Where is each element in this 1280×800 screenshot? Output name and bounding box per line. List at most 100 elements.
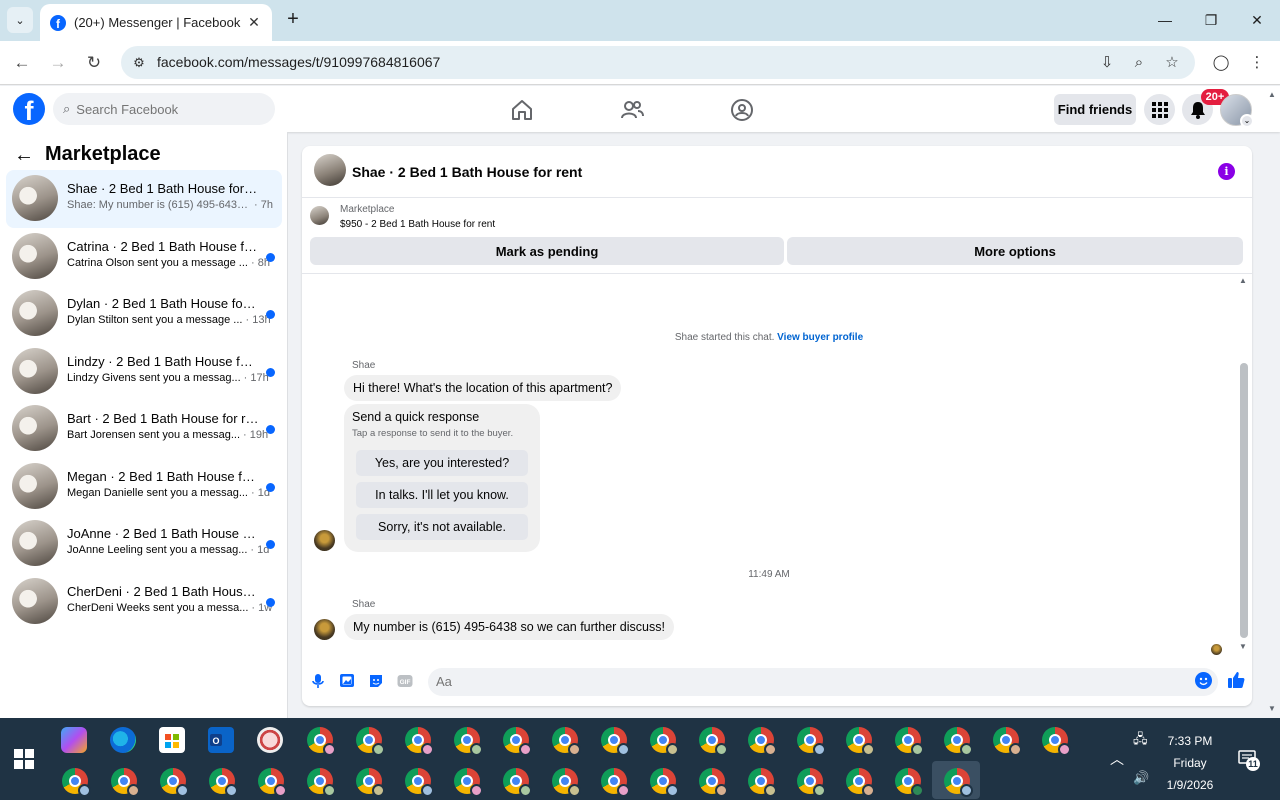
- tab-search-dropdown-icon[interactable]: ⌄: [7, 7, 33, 33]
- chrome-profile-icon[interactable]: [405, 768, 434, 797]
- chrome-profile-icon[interactable]: [454, 727, 483, 756]
- site-info-icon[interactable]: ⚙: [128, 52, 150, 74]
- menu-grid-icon[interactable]: [1144, 94, 1175, 125]
- chrome-profile-icon[interactable]: [209, 768, 238, 797]
- chrome-profile-icon[interactable]: [650, 768, 679, 797]
- conversation-item[interactable]: Catrina · 2 Bed 1 Bath House for rent Ca…: [6, 228, 282, 286]
- page-scroll-down-icon[interactable]: ▼: [1268, 704, 1276, 713]
- restore-button[interactable]: ❐: [1196, 8, 1226, 32]
- conversation-item[interactable]: Shae · 2 Bed 1 Bath House for rent Shae:…: [6, 170, 282, 228]
- conversation-item[interactable]: Dylan · 2 Bed 1 Bath House for rent Dyla…: [6, 285, 282, 343]
- chevron-down-icon[interactable]: ⌄: [1240, 114, 1254, 128]
- chrome-profile-icon[interactable]: [356, 768, 385, 797]
- store-icon[interactable]: [159, 727, 185, 753]
- chrome-profile-icon[interactable]: [503, 727, 532, 756]
- forward-icon[interactable]: →: [45, 51, 71, 75]
- windows-start-icon[interactable]: [14, 749, 34, 769]
- chrome-profile-icon[interactable]: [699, 768, 728, 797]
- chrome-profile-icon[interactable]: [307, 727, 336, 756]
- chrome-profile-icon[interactable]: [454, 768, 483, 797]
- conversation-item[interactable]: CherDeni · 2 Bed 1 Bath House for rent C…: [6, 573, 282, 631]
- scroll-down-icon[interactable]: ▼: [1237, 642, 1249, 651]
- search-input[interactable]: [76, 101, 257, 117]
- chrome-profile-icon[interactable]: [944, 768, 973, 797]
- chrome-profile-icon[interactable]: [160, 768, 189, 797]
- chat-scrollbar-thumb[interactable]: [1240, 363, 1248, 638]
- thumbs-up-icon[interactable]: [1226, 670, 1246, 690]
- snipping-tool-icon[interactable]: [257, 727, 283, 753]
- chrome-profile-icon[interactable]: [601, 727, 630, 756]
- find-friends-button[interactable]: Find friends: [1054, 94, 1136, 125]
- listing-name[interactable]: $950 - 2 Bed 1 Bath House for rent: [340, 219, 495, 230]
- back-arrow-icon[interactable]: ←: [14, 144, 38, 166]
- outlook-icon[interactable]: O: [208, 727, 234, 753]
- edge-icon[interactable]: [110, 727, 136, 753]
- chrome-profile-icon[interactable]: [552, 768, 581, 797]
- quick-response-button[interactable]: Sorry, it's not available.: [356, 514, 528, 540]
- bookmark-star-icon[interactable]: ☆: [1160, 51, 1184, 75]
- tab-close-icon[interactable]: ✕: [246, 14, 262, 31]
- conversation-item[interactable]: Lindzy · 2 Bed 1 Bath House for rent Lin…: [6, 343, 282, 401]
- conversation-item[interactable]: JoAnne · 2 Bed 1 Bath House for rent JoA…: [6, 515, 282, 573]
- gif-icon[interactable]: GIF: [396, 672, 414, 690]
- sender-avatar[interactable]: [314, 619, 335, 640]
- chrome-profile-icon[interactable]: [944, 727, 973, 756]
- volume-icon[interactable]: 🔊: [1133, 770, 1149, 786]
- zoom-icon[interactable]: ⌕: [1127, 51, 1151, 75]
- chrome-profile-icon[interactable]: [601, 768, 630, 797]
- install-app-icon[interactable]: ⇩: [1095, 51, 1119, 75]
- chrome-profile-icon[interactable]: [846, 768, 875, 797]
- copilot-icon[interactable]: [61, 727, 87, 753]
- groups-icon[interactable]: [729, 97, 755, 123]
- tray-overflow-chevron-icon[interactable]: ︿: [1110, 749, 1124, 769]
- system-clock[interactable]: 7:33 PM Friday 1/9/2026: [1160, 730, 1220, 796]
- chrome-profile-icon[interactable]: [62, 768, 91, 797]
- chrome-profile-icon[interactable]: [405, 727, 434, 756]
- listing-thumbnail[interactable]: [310, 206, 329, 225]
- chrome-profile-icon[interactable]: [356, 727, 385, 756]
- browser-tab[interactable]: f (20+) Messenger | Facebook ✕: [40, 4, 272, 41]
- chrome-profile-icon[interactable]: [552, 727, 581, 756]
- chrome-profile-icon[interactable]: [307, 768, 336, 797]
- page-scroll-up-icon[interactable]: ▲: [1268, 90, 1276, 99]
- message-input[interactable]: [436, 674, 1176, 689]
- scroll-up-icon[interactable]: ▲: [1237, 276, 1249, 285]
- url-text[interactable]: facebook.com/messages/t/910997684816067: [157, 54, 440, 70]
- chrome-profile-icon[interactable]: [895, 727, 924, 756]
- chrome-profile-icon[interactable]: [797, 768, 826, 797]
- chrome-profile-icon[interactable]: [258, 768, 287, 797]
- chrome-profile-icon[interactable]: [650, 727, 679, 756]
- sticker-icon[interactable]: [367, 672, 385, 690]
- info-icon[interactable]: i: [1218, 163, 1235, 180]
- chrome-menu-icon[interactable]: ⋮: [1245, 51, 1269, 75]
- friends-icon[interactable]: [619, 97, 645, 123]
- home-icon[interactable]: [509, 97, 535, 123]
- chrome-profile-icon[interactable]: [111, 768, 140, 797]
- window-close-button[interactable]: ✕: [1242, 8, 1272, 32]
- quick-response-button[interactable]: Yes, are you interested?: [356, 450, 528, 476]
- sender-avatar[interactable]: [314, 530, 335, 551]
- view-buyer-profile-link[interactable]: View buyer profile: [777, 332, 863, 343]
- chat-title[interactable]: Shae · 2 Bed 1 Bath House for rent: [352, 164, 582, 180]
- chrome-profile-icon[interactable]: [1042, 727, 1071, 756]
- back-icon[interactable]: ←: [9, 51, 35, 75]
- quick-response-button[interactable]: In talks. I'll let you know.: [356, 482, 528, 508]
- message-composer[interactable]: [428, 668, 1218, 696]
- emoji-icon[interactable]: [1195, 672, 1212, 689]
- chrome-profile-icon[interactable]: [748, 768, 777, 797]
- chrome-profile-icon[interactable]: [748, 727, 777, 756]
- facebook-search[interactable]: ⌕: [53, 93, 275, 125]
- chrome-profile-icon[interactable]: [895, 768, 924, 797]
- facebook-logo-icon[interactable]: f: [13, 93, 45, 125]
- conversation-item[interactable]: Bart · 2 Bed 1 Bath House for rent Bart …: [6, 400, 282, 458]
- photo-icon[interactable]: [338, 672, 356, 690]
- network-icon[interactable]: 🖧: [1133, 730, 1148, 752]
- chrome-profile-icon[interactable]: [797, 727, 826, 756]
- more-options-button[interactable]: More options: [787, 237, 1243, 265]
- microphone-icon[interactable]: [309, 672, 327, 690]
- chrome-profile-icon[interactable]: [699, 727, 728, 756]
- new-tab-button[interactable]: +: [282, 8, 304, 32]
- conversation-item[interactable]: Megan · 2 Bed 1 Bath House for rent Mega…: [6, 458, 282, 516]
- minimize-button[interactable]: —: [1150, 8, 1180, 32]
- chrome-profile-icon[interactable]: [503, 768, 532, 797]
